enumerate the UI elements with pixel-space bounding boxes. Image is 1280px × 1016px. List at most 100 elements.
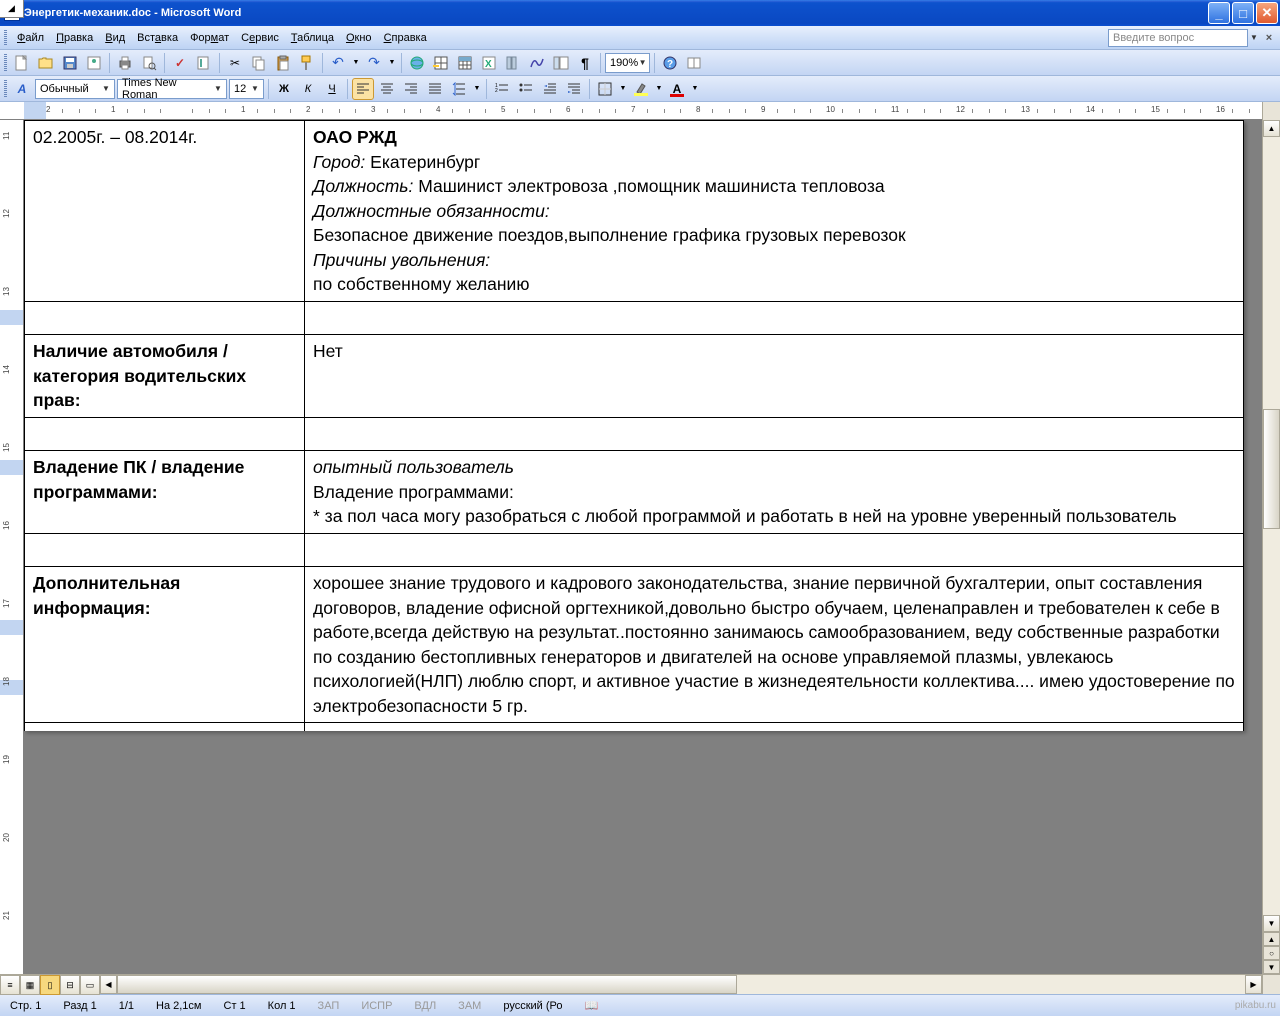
- hyperlink-button[interactable]: [406, 52, 428, 74]
- maximize-button[interactable]: □: [1232, 2, 1254, 24]
- vscroll-thumb[interactable]: [1263, 409, 1280, 529]
- highlight-button[interactable]: [630, 78, 652, 100]
- open-button[interactable]: [35, 52, 57, 74]
- help-search-input[interactable]: Введите вопрос: [1108, 29, 1248, 47]
- hscroll-track[interactable]: [117, 975, 1245, 994]
- status-lang[interactable]: русский (Ро: [497, 1000, 568, 1012]
- menu-insert[interactable]: Вставка: [131, 30, 184, 46]
- font-color-dd[interactable]: ▼: [690, 78, 700, 100]
- menu-file[interactable]: Файл: [11, 30, 50, 46]
- horizontal-scrollbar[interactable]: ◀ ▶: [100, 975, 1262, 994]
- align-right-button[interactable]: [400, 78, 422, 100]
- columns-button[interactable]: [502, 52, 524, 74]
- show-formatting-button[interactable]: ¶: [574, 52, 596, 74]
- pc-value-cell[interactable]: опытный пользователь Владение программам…: [305, 451, 1244, 534]
- scroll-up-button[interactable]: ▲: [1263, 120, 1280, 137]
- help-button[interactable]: ?: [659, 52, 681, 74]
- spellcheck-button[interactable]: ✓: [169, 52, 191, 74]
- horizontal-ruler[interactable]: 2112345678910111213141516: [24, 102, 1244, 119]
- fmt-toolbar-grip[interactable]: [4, 80, 7, 98]
- print-view-button[interactable]: ▯: [40, 975, 60, 995]
- prev-page-button[interactable]: ▲: [1263, 932, 1280, 946]
- menu-help[interactable]: Справка: [378, 30, 433, 46]
- car-value-cell[interactable]: Нет: [305, 335, 1244, 418]
- format-painter-button[interactable]: [296, 52, 318, 74]
- help-dropdown-icon[interactable]: ▼: [1248, 33, 1260, 42]
- dates-cell[interactable]: 02.2005г. – 08.2014г.: [25, 121, 305, 302]
- reading-view-button[interactable]: ▭: [80, 975, 100, 995]
- minimize-button[interactable]: _: [1208, 2, 1230, 24]
- line-spacing-button[interactable]: [448, 78, 470, 100]
- print-preview-button[interactable]: [138, 52, 160, 74]
- font-combo[interactable]: Times New Roman▼: [117, 79, 227, 99]
- undo-dropdown[interactable]: ▼: [351, 52, 361, 74]
- borders-button[interactable]: [594, 78, 616, 100]
- addinfo-label-cell[interactable]: Дополнительная информация:: [25, 567, 305, 723]
- paste-button[interactable]: [272, 52, 294, 74]
- new-doc-button[interactable]: [11, 52, 33, 74]
- cut-button[interactable]: ✂: [224, 52, 246, 74]
- style-combo[interactable]: Обычный▼: [35, 79, 115, 99]
- menu-service[interactable]: Сервис: [235, 30, 285, 46]
- next-page-button[interactable]: ▼: [1263, 960, 1280, 974]
- doc-map-button[interactable]: [550, 52, 572, 74]
- align-justify-button[interactable]: [424, 78, 446, 100]
- vscroll-track[interactable]: [1263, 137, 1280, 915]
- zoom-combo[interactable]: 190%▼: [605, 53, 650, 73]
- increase-indent-button[interactable]: [563, 78, 585, 100]
- decrease-indent-button[interactable]: [539, 78, 561, 100]
- document-area[interactable]: 02.2005г. – 08.2014г. ОАО РЖД Город: Ека…: [24, 120, 1262, 974]
- numbered-list-button[interactable]: 12: [491, 78, 513, 100]
- normal-view-button[interactable]: ≡: [0, 975, 20, 995]
- menubar-grip[interactable]: [4, 30, 7, 46]
- align-left-button[interactable]: [352, 78, 374, 100]
- redo-dropdown[interactable]: ▼: [387, 52, 397, 74]
- tables-borders-button[interactable]: [430, 52, 452, 74]
- pc-label-cell[interactable]: Владение ПК / владение программами:: [25, 451, 305, 534]
- menu-edit[interactable]: Правка: [50, 30, 99, 46]
- research-button[interactable]: [193, 52, 215, 74]
- bold-button[interactable]: Ж: [273, 78, 295, 100]
- addinfo-value-cell[interactable]: хорошее знание трудового и кадрового зак…: [305, 567, 1244, 723]
- outline-view-button[interactable]: ⊟: [60, 975, 80, 995]
- menu-table[interactable]: Таблица: [285, 30, 340, 46]
- insert-table-button[interactable]: [454, 52, 476, 74]
- vertical-ruler[interactable]: 1112131415161718192021: [0, 120, 24, 974]
- styles-pane-button[interactable]: A: [11, 78, 33, 100]
- align-center-button[interactable]: [376, 78, 398, 100]
- menu-format[interactable]: Формат: [184, 30, 235, 46]
- undo-button[interactable]: ↶: [327, 52, 349, 74]
- drawing-button[interactable]: [526, 52, 548, 74]
- web-view-button[interactable]: ▦: [20, 975, 40, 995]
- menu-window[interactable]: Окно: [340, 30, 378, 46]
- close-button[interactable]: ✕: [1256, 2, 1278, 24]
- doc-close-button[interactable]: ×: [1262, 32, 1276, 44]
- print-button[interactable]: [114, 52, 136, 74]
- underline-button[interactable]: Ч: [321, 78, 343, 100]
- car-label-cell[interactable]: Наличие автомобиля / категория водительс…: [25, 335, 305, 418]
- toolbar-grip[interactable]: [4, 54, 7, 72]
- scroll-down-button[interactable]: ▼: [1263, 915, 1280, 932]
- bullet-list-button[interactable]: [515, 78, 537, 100]
- italic-button[interactable]: К: [297, 78, 319, 100]
- read-mode-button[interactable]: [683, 52, 705, 74]
- scroll-right-button[interactable]: ▶: [1245, 975, 1262, 994]
- job-details-cell[interactable]: ОАО РЖД Город: Екатеринбург Должность: М…: [305, 121, 1244, 302]
- line-spacing-dd[interactable]: ▼: [472, 78, 482, 100]
- save-button[interactable]: [59, 52, 81, 74]
- font-color-button[interactable]: A: [666, 78, 688, 100]
- copy-button[interactable]: [248, 52, 270, 74]
- scroll-left-button[interactable]: ◀: [100, 975, 117, 994]
- borders-dd[interactable]: ▼: [618, 78, 628, 100]
- menu-view[interactable]: Вид: [99, 30, 131, 46]
- browse-object-button[interactable]: ○: [1263, 946, 1280, 960]
- status-book-icon[interactable]: 📖: [579, 999, 605, 1012]
- font-size-combo[interactable]: 12▼: [229, 79, 264, 99]
- permissions-button[interactable]: [83, 52, 105, 74]
- hscroll-thumb[interactable]: [117, 975, 737, 994]
- redo-button[interactable]: ↷: [363, 52, 385, 74]
- highlight-dd[interactable]: ▼: [654, 78, 664, 100]
- excel-button[interactable]: X: [478, 52, 500, 74]
- vertical-scrollbar[interactable]: ▲ ▼ ▲ ○ ▼: [1262, 120, 1280, 974]
- ruler-corner[interactable]: ◢: [0, 0, 24, 18]
